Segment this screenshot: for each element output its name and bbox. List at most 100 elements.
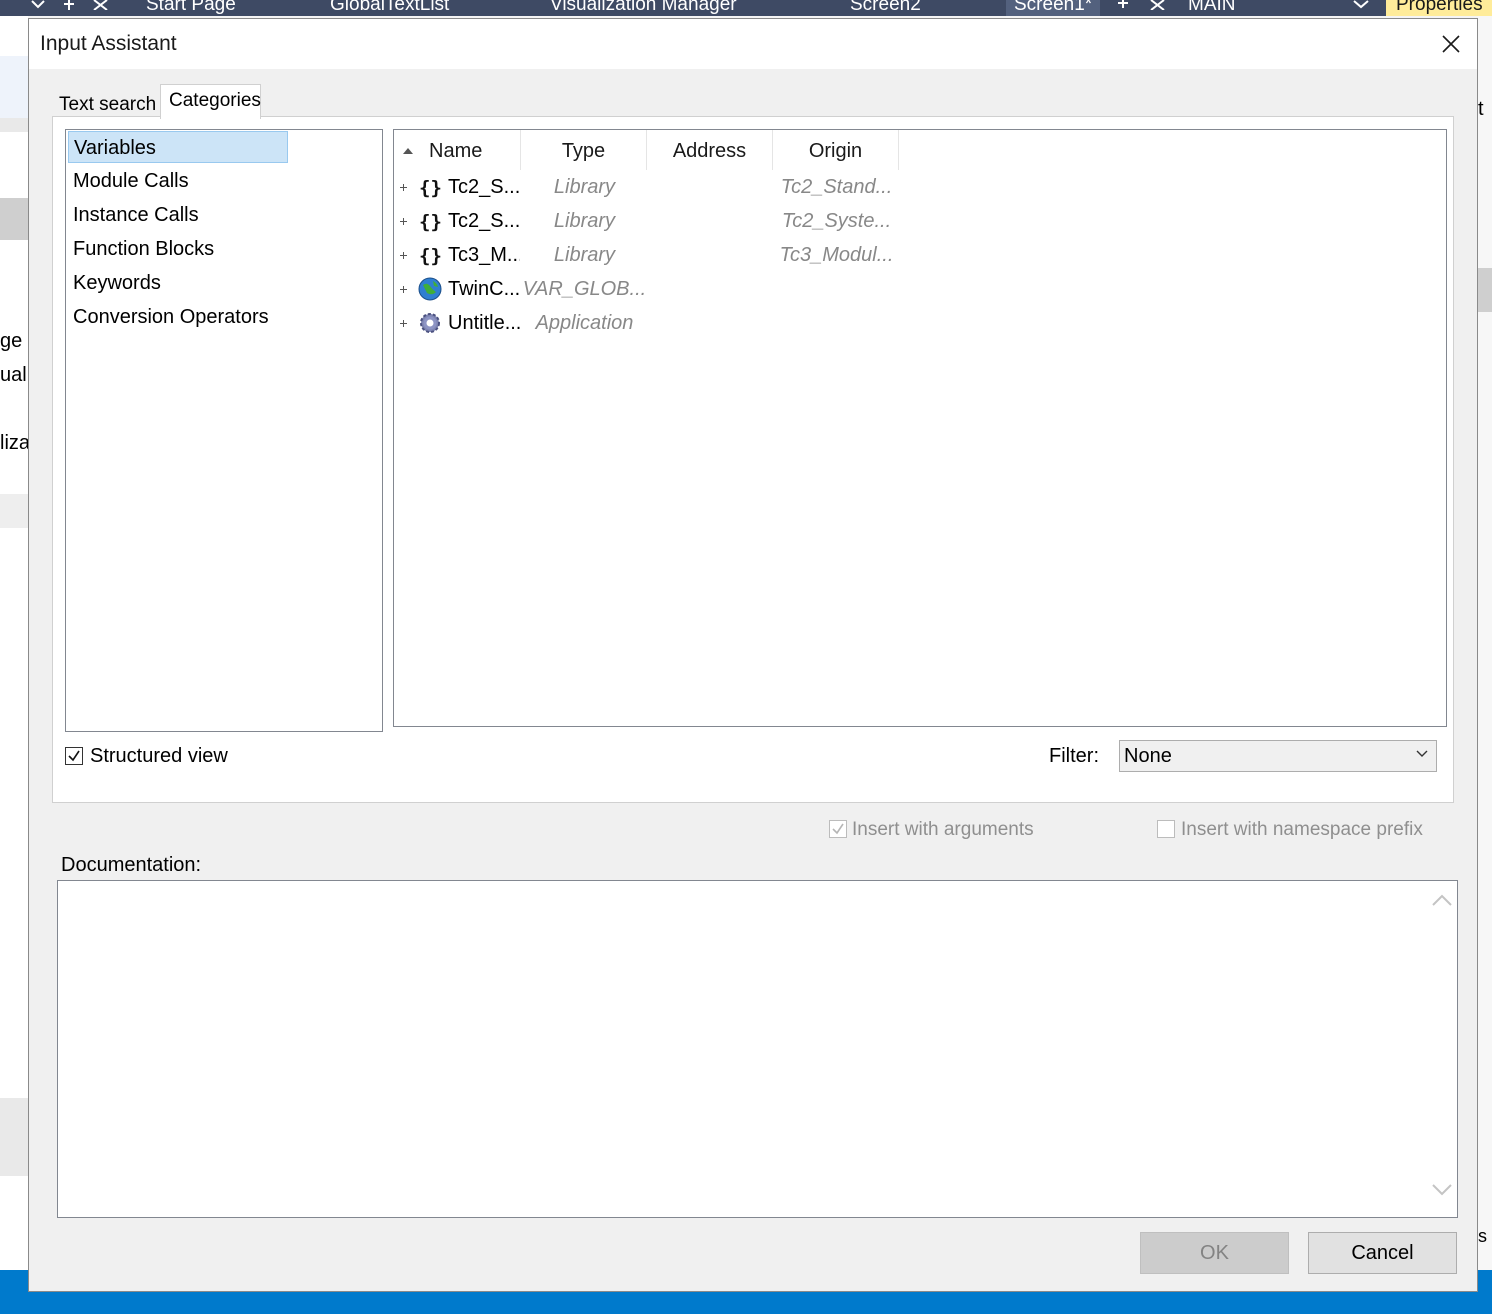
documentation-label: Documentation: — [61, 854, 202, 876]
expand-icon[interactable] — [400, 184, 407, 191]
ide-text-fragment: uali — [0, 364, 28, 386]
close-tab-icon[interactable] — [1150, 0, 1166, 10]
ide-tab-start-page[interactable]: Start Page — [146, 0, 236, 16]
row-origin — [774, 272, 899, 306]
row-name: Tc2_S... — [448, 176, 520, 198]
row-type: VAR_GLOB... — [522, 278, 647, 300]
insert-with-namespace-prefix-checkbox[interactable] — [1157, 820, 1175, 838]
filter-value: None — [1124, 745, 1172, 767]
ide-panel-band — [0, 118, 28, 132]
svg-text:{}: {} — [419, 245, 442, 267]
documentation-textbox[interactable] — [57, 880, 1458, 1218]
column-header-name-label: Name — [429, 140, 483, 162]
ide-panel-band — [0, 494, 28, 528]
ide-tab-screen2[interactable]: Screen2 — [850, 0, 921, 16]
ide-tab-bar: Start Page GlobalTextList Visualization … — [0, 0, 1492, 16]
scroll-up-icon[interactable] — [1432, 893, 1452, 907]
category-item-variables[interactable]: Variables — [68, 131, 288, 163]
structured-view-checkbox[interactable] — [65, 747, 83, 765]
sort-ascending-icon — [403, 148, 413, 154]
pin-icon[interactable] — [1116, 0, 1130, 10]
category-list[interactable]: Variables Module Calls Instance Calls Fu… — [65, 129, 383, 732]
ide-panel-band — [1478, 268, 1492, 312]
input-assistant-dialog: Input Assistant Text search Categories V… — [28, 18, 1478, 1292]
tab-categories[interactable]: Categories — [160, 84, 261, 119]
row-type: Library — [553, 210, 616, 232]
variables-tree[interactable]: Name Type Address Origin {} Tc2_S... Lib… — [393, 129, 1447, 727]
filter-dropdown[interactable]: None — [1119, 740, 1437, 772]
ide-text-fragment: ge — [0, 330, 23, 352]
category-item-keywords[interactable]: Keywords — [68, 267, 288, 299]
gear-icon — [420, 313, 440, 333]
cancel-button[interactable]: Cancel — [1308, 1232, 1457, 1274]
ide-tab-screen1[interactable]: Screen1* — [1006, 0, 1101, 16]
dropdown-icon[interactable] — [30, 0, 46, 10]
dialog-title: Input Assistant — [40, 32, 177, 55]
chevron-down-icon — [1416, 750, 1428, 757]
row-origin: Tc2_Syste... — [781, 210, 892, 232]
expand-icon[interactable] — [400, 320, 407, 327]
ide-panel-band — [0, 1098, 28, 1176]
checkmark-icon — [68, 750, 80, 762]
row-type: Library — [553, 176, 616, 198]
column-header-type[interactable]: Type — [521, 130, 647, 170]
row-type: Library — [553, 244, 616, 266]
ide-tab-globaltextlist[interactable]: GlobalTextList — [330, 0, 449, 16]
column-header-name[interactable]: Name — [394, 130, 521, 170]
insert-with-namespace-prefix-label[interactable]: Insert with namespace prefix — [1181, 819, 1423, 841]
column-header-address[interactable]: Address — [647, 130, 773, 170]
globe-icon — [418, 277, 442, 301]
close-button[interactable] — [1431, 25, 1471, 63]
tree-row[interactable]: {} Tc2_S... Library Tc2_Stand... — [394, 170, 994, 204]
ide-tab-visualization-manager[interactable]: Visualization Manager — [550, 0, 737, 16]
ide-tab-main[interactable]: MAIN — [1188, 0, 1236, 16]
scroll-down-icon[interactable] — [1432, 1183, 1452, 1197]
ide-left-panel: ge uali liza — [0, 16, 28, 1276]
ide-right-panel: t s — [1478, 16, 1492, 1276]
tree-row[interactable]: {} Tc3_M... Library Tc3_Modul... — [394, 238, 994, 272]
svg-text:{}: {} — [419, 177, 442, 199]
properties-label: Properties — [1396, 0, 1483, 15]
expand-icon[interactable] — [400, 218, 407, 225]
ide-text-fragment: s — [1478, 1226, 1487, 1246]
tree-row[interactable]: Untitle... Application — [394, 306, 994, 340]
category-item-instance-calls[interactable]: Instance Calls — [68, 199, 288, 231]
row-type: Application — [535, 312, 634, 334]
insert-with-arguments-label[interactable]: Insert with arguments — [852, 819, 1034, 841]
documentation-scrollbar[interactable] — [1427, 881, 1457, 1217]
structured-view-label[interactable]: Structured view — [90, 745, 228, 768]
categories-tab-panel: Variables Module Calls Instance Calls Fu… — [52, 116, 1454, 803]
row-name: TwinC... — [448, 278, 520, 300]
row-origin: Tc3_Modul... — [779, 244, 894, 266]
ide-text-fragment: t — [1478, 98, 1484, 120]
category-item-function-blocks[interactable]: Function Blocks — [68, 233, 288, 265]
namespace-icon: {} — [419, 177, 442, 199]
namespace-icon: {} — [419, 245, 442, 267]
ide-panel-band — [0, 56, 28, 118]
column-header-origin[interactable]: Origin — [773, 130, 899, 170]
tab-text-search[interactable]: Text search — [55, 91, 160, 119]
filter-label: Filter: — [1049, 745, 1099, 767]
pin-icon[interactable] — [62, 0, 76, 12]
svg-text:{}: {} — [419, 211, 442, 233]
row-origin: Tc2_Stand... — [780, 176, 893, 198]
tab-list-icon[interactable] — [1352, 0, 1370, 10]
close-tab-icon[interactable] — [93, 0, 109, 10]
row-origin — [774, 306, 899, 340]
row-name: Untitle... — [448, 312, 520, 334]
close-icon — [1442, 35, 1460, 53]
ok-button[interactable]: OK — [1140, 1232, 1289, 1274]
category-item-module-calls[interactable]: Module Calls — [68, 165, 288, 197]
properties-panel-tab[interactable]: Properties — [1386, 0, 1492, 16]
row-name: Tc3_M... — [448, 244, 520, 266]
category-item-conversion-operators[interactable]: Conversion Operators — [68, 301, 368, 333]
ide-text-fragment: liza — [0, 432, 28, 454]
expand-icon[interactable] — [400, 252, 407, 259]
tree-row[interactable]: TwinC... VAR_GLOB... — [394, 272, 994, 306]
namespace-icon: {} — [419, 211, 442, 233]
expand-icon[interactable] — [400, 286, 407, 293]
row-name: Tc2_S... — [448, 210, 520, 232]
dialog-titlebar[interactable]: Input Assistant — [29, 19, 1477, 69]
tree-row[interactable]: {} Tc2_S... Library Tc2_Syste... — [394, 204, 994, 238]
insert-with-arguments-checkbox[interactable] — [829, 820, 847, 838]
